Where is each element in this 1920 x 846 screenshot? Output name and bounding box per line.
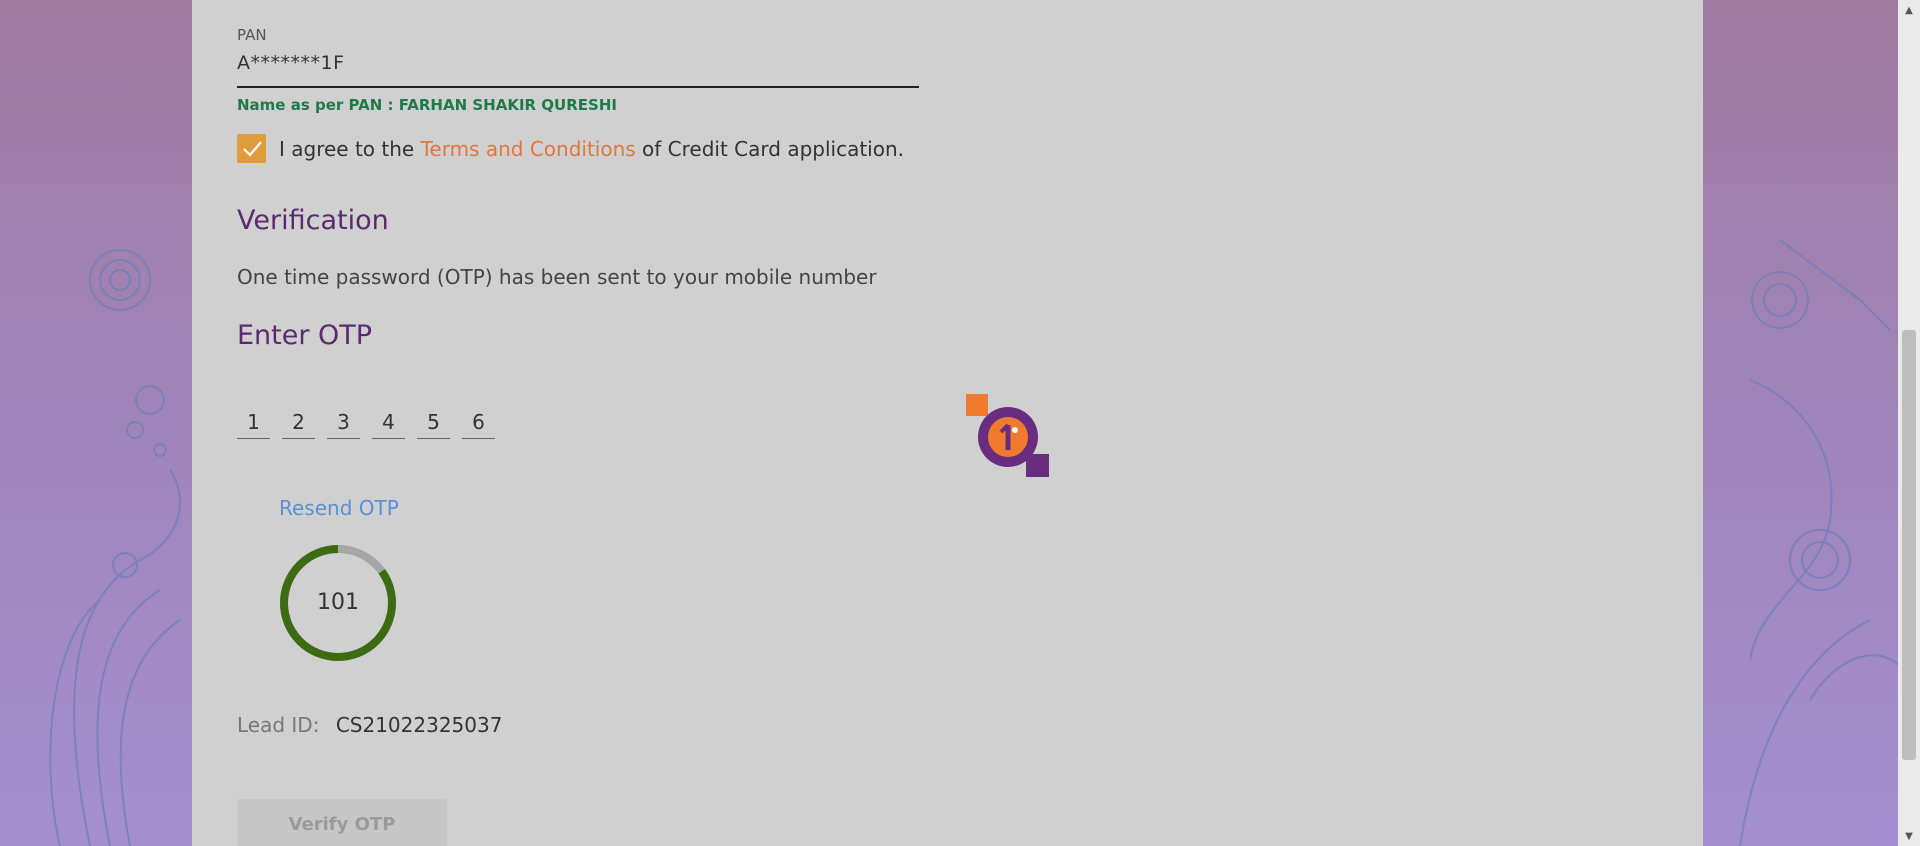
enter-otp-heading: Enter OTP [237,320,373,351]
verification-heading: Verification [237,205,389,236]
otp-input-group: 1 2 3 4 5 6 [237,410,507,439]
otp-digit-input[interactable]: 5 [417,410,450,439]
scroll-up-arrow-icon[interactable]: ▲ [1898,0,1920,20]
page-scrollbar[interactable]: ▲ ▼ [1898,0,1920,846]
pan-input-underline [237,86,919,88]
otp-digit-input[interactable]: 1 [237,410,270,439]
terms-and-conditions-link[interactable]: Terms and Conditions [421,137,636,161]
scroll-down-arrow-icon[interactable]: ▼ [1898,826,1920,846]
otp-digit-input[interactable]: 4 [372,410,405,439]
checkmark-icon [242,140,262,157]
lead-id-row: Lead ID: CS21022325037 [237,713,502,737]
otp-digit-input[interactable]: 6 [462,410,495,439]
loader-spinner-icon [966,394,1049,477]
pan-name-hint: Name as per PAN : FARHAN SHAKIR QURESHI [237,96,617,114]
timer-value: 101 [317,590,359,615]
terms-checkbox[interactable] [237,134,266,163]
pan-label: PAN [237,26,267,44]
terms-agreement-text: I agree to the Terms and Conditions of C… [279,137,904,161]
decorative-pattern-left [49,249,181,846]
verify-otp-button[interactable]: Verify OTP [237,799,447,846]
background-decoration-left [0,0,200,846]
resend-otp-link[interactable]: Resend OTP [279,496,399,520]
decorative-pattern-right [1739,239,1911,846]
form-panel: PAN A*******1F Name as per PAN : FARHAN … [192,0,1703,846]
scrollbar-thumb[interactable] [1902,330,1916,760]
terms-agreement-row: I agree to the Terms and Conditions of C… [237,134,904,163]
background-decoration-right [1720,0,1920,846]
otp-countdown-timer: 101 [279,544,397,662]
lead-id-label: Lead ID: [237,713,320,737]
terms-prefix: I agree to the [279,136,421,161]
otp-digit-input[interactable]: 2 [282,410,315,439]
terms-suffix: of Credit Card application. [635,136,905,161]
lead-id-value: CS21022325037 [335,713,503,737]
otp-sent-message: One time password (OTP) has been sent to… [237,265,877,289]
otp-digit-input[interactable]: 3 [327,410,360,439]
pan-input[interactable]: A*******1F [237,52,345,74]
